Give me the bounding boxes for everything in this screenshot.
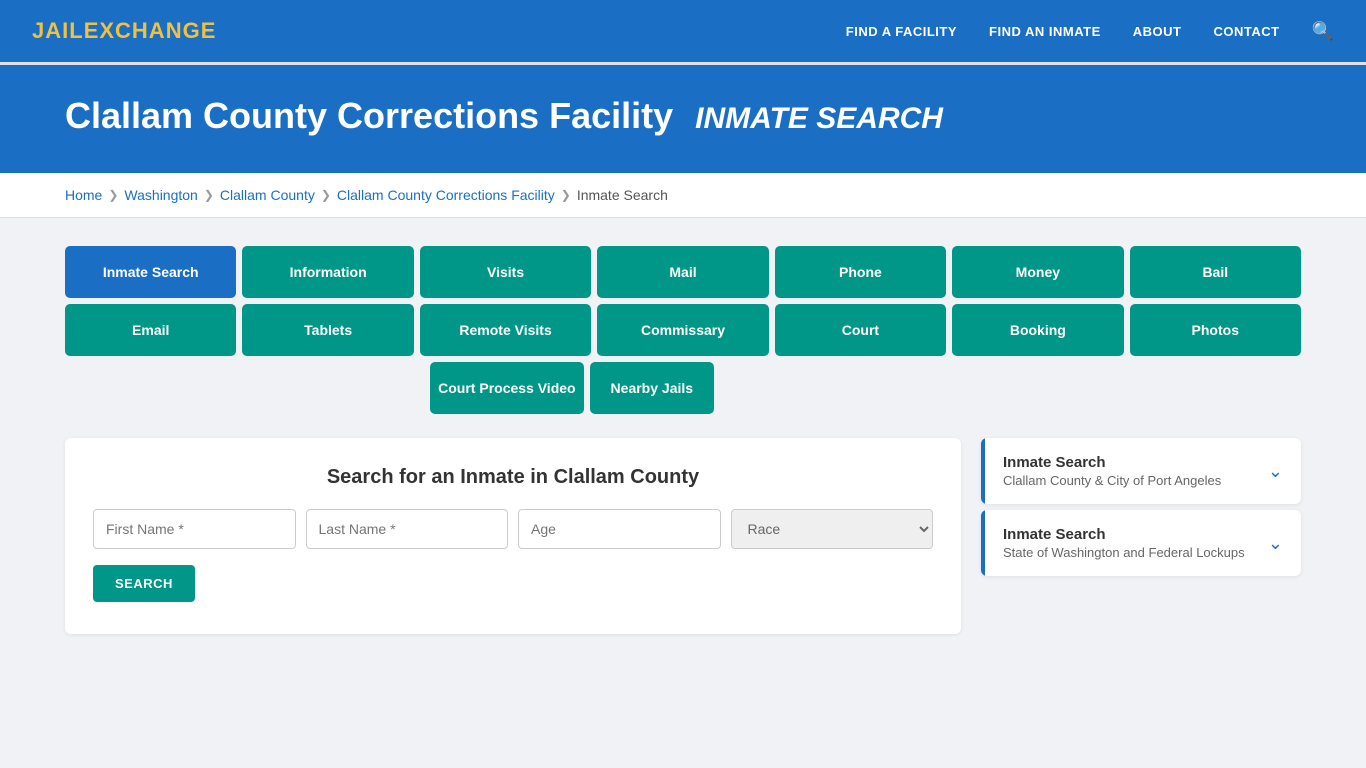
last-name-input[interactable] [306, 509, 509, 549]
sidebar-card-1: Inmate Search Clallam County & City of P… [981, 438, 1301, 504]
search-form-card: Search for an Inmate in Clallam County R… [65, 438, 961, 634]
tab-commissary[interactable]: Commissary [597, 304, 768, 356]
tab-email[interactable]: Email [65, 304, 236, 356]
site-logo[interactable]: JAILEXCHANGE [32, 18, 216, 44]
tab-mail[interactable]: Mail [597, 246, 768, 298]
nav-find-inmate[interactable]: FIND AN INMATE [989, 24, 1101, 39]
tab-booking[interactable]: Booking [952, 304, 1123, 356]
search-inputs: Race White Black Hispanic Asian Native A… [93, 509, 933, 549]
breadcrumb-bar: Home ❯ Washington ❯ Clallam County ❯ Cla… [0, 173, 1366, 218]
hero-section: Clallam County Corrections Facility INMA… [0, 65, 1366, 173]
breadcrumb-sep-1: ❯ [108, 188, 118, 202]
breadcrumb-current: Inmate Search [577, 187, 668, 203]
breadcrumb-sep-2: ❯ [204, 188, 214, 202]
breadcrumb-clallam-county[interactable]: Clallam County [220, 187, 315, 203]
tab-tablets[interactable]: Tablets [242, 304, 413, 356]
nav-contact[interactable]: CONTACT [1213, 24, 1279, 39]
tab-photos[interactable]: Photos [1130, 304, 1301, 356]
nav-links: FIND A FACILITY FIND AN INMATE ABOUT CON… [846, 21, 1334, 42]
tab-remote-visits[interactable]: Remote Visits [420, 304, 591, 356]
age-input[interactable] [518, 509, 721, 549]
search-button[interactable]: SEARCH [93, 565, 195, 602]
first-name-input[interactable] [93, 509, 296, 549]
tab-phone[interactable]: Phone [775, 246, 946, 298]
navbar: JAILEXCHANGE FIND A FACILITY FIND AN INM… [0, 0, 1366, 65]
logo-exchange: EXCHANGE [84, 18, 217, 43]
nav-find-facility[interactable]: FIND A FACILITY [846, 24, 957, 39]
main-content: Inmate Search Information Visits Mail Ph… [33, 218, 1333, 662]
breadcrumb-washington[interactable]: Washington [124, 187, 197, 203]
sidebar-item-washington[interactable]: Inmate Search State of Washington and Fe… [981, 510, 1301, 576]
tab-court[interactable]: Court [775, 304, 946, 356]
tab-visits[interactable]: Visits [420, 246, 591, 298]
sidebar-item-washington-label: Inmate Search [1003, 526, 1245, 543]
logo-jail: JAIL [32, 18, 84, 43]
search-form-title: Search for an Inmate in Clallam County [93, 466, 933, 489]
sidebar-item-washington-sub: State of Washington and Federal Lockups [1003, 545, 1245, 560]
chevron-down-icon-2: ⌄ [1268, 533, 1283, 554]
tabs-row1: Inmate Search Information Visits Mail Ph… [65, 246, 1301, 298]
nav-about[interactable]: ABOUT [1133, 24, 1182, 39]
race-select[interactable]: Race White Black Hispanic Asian Native A… [731, 509, 934, 549]
tab-money[interactable]: Money [952, 246, 1123, 298]
breadcrumb-sep-3: ❯ [321, 188, 331, 202]
chevron-down-icon: ⌄ [1268, 461, 1283, 482]
tab-nearby-jails[interactable]: Nearby Jails [590, 362, 714, 414]
sidebar-item-clallam-label: Inmate Search [1003, 454, 1221, 471]
tabs-row3: Court Process Video Nearby Jails [65, 362, 1301, 414]
breadcrumb-facility[interactable]: Clallam County Corrections Facility [337, 187, 555, 203]
lower-section: Search for an Inmate in Clallam County R… [65, 438, 1301, 634]
tab-information[interactable]: Information [242, 246, 413, 298]
breadcrumb: Home ❯ Washington ❯ Clallam County ❯ Cla… [65, 187, 1301, 203]
sidebar-item-clallam[interactable]: Inmate Search Clallam County & City of P… [981, 438, 1301, 504]
sidebar-item-clallam-sub: Clallam County & City of Port Angeles [1003, 473, 1221, 488]
breadcrumb-sep-4: ❯ [561, 188, 571, 202]
breadcrumb-home[interactable]: Home [65, 187, 102, 203]
search-icon[interactable]: 🔍 [1312, 21, 1334, 42]
page-title: Clallam County Corrections Facility INMA… [65, 95, 1301, 137]
tab-court-process-video[interactable]: Court Process Video [430, 362, 583, 414]
tab-bail[interactable]: Bail [1130, 246, 1301, 298]
tab-inmate-search[interactable]: Inmate Search [65, 246, 236, 298]
sidebar-card-2: Inmate Search State of Washington and Fe… [981, 510, 1301, 576]
tabs-row2: Email Tablets Remote Visits Commissary C… [65, 304, 1301, 356]
sidebar: Inmate Search Clallam County & City of P… [981, 438, 1301, 582]
